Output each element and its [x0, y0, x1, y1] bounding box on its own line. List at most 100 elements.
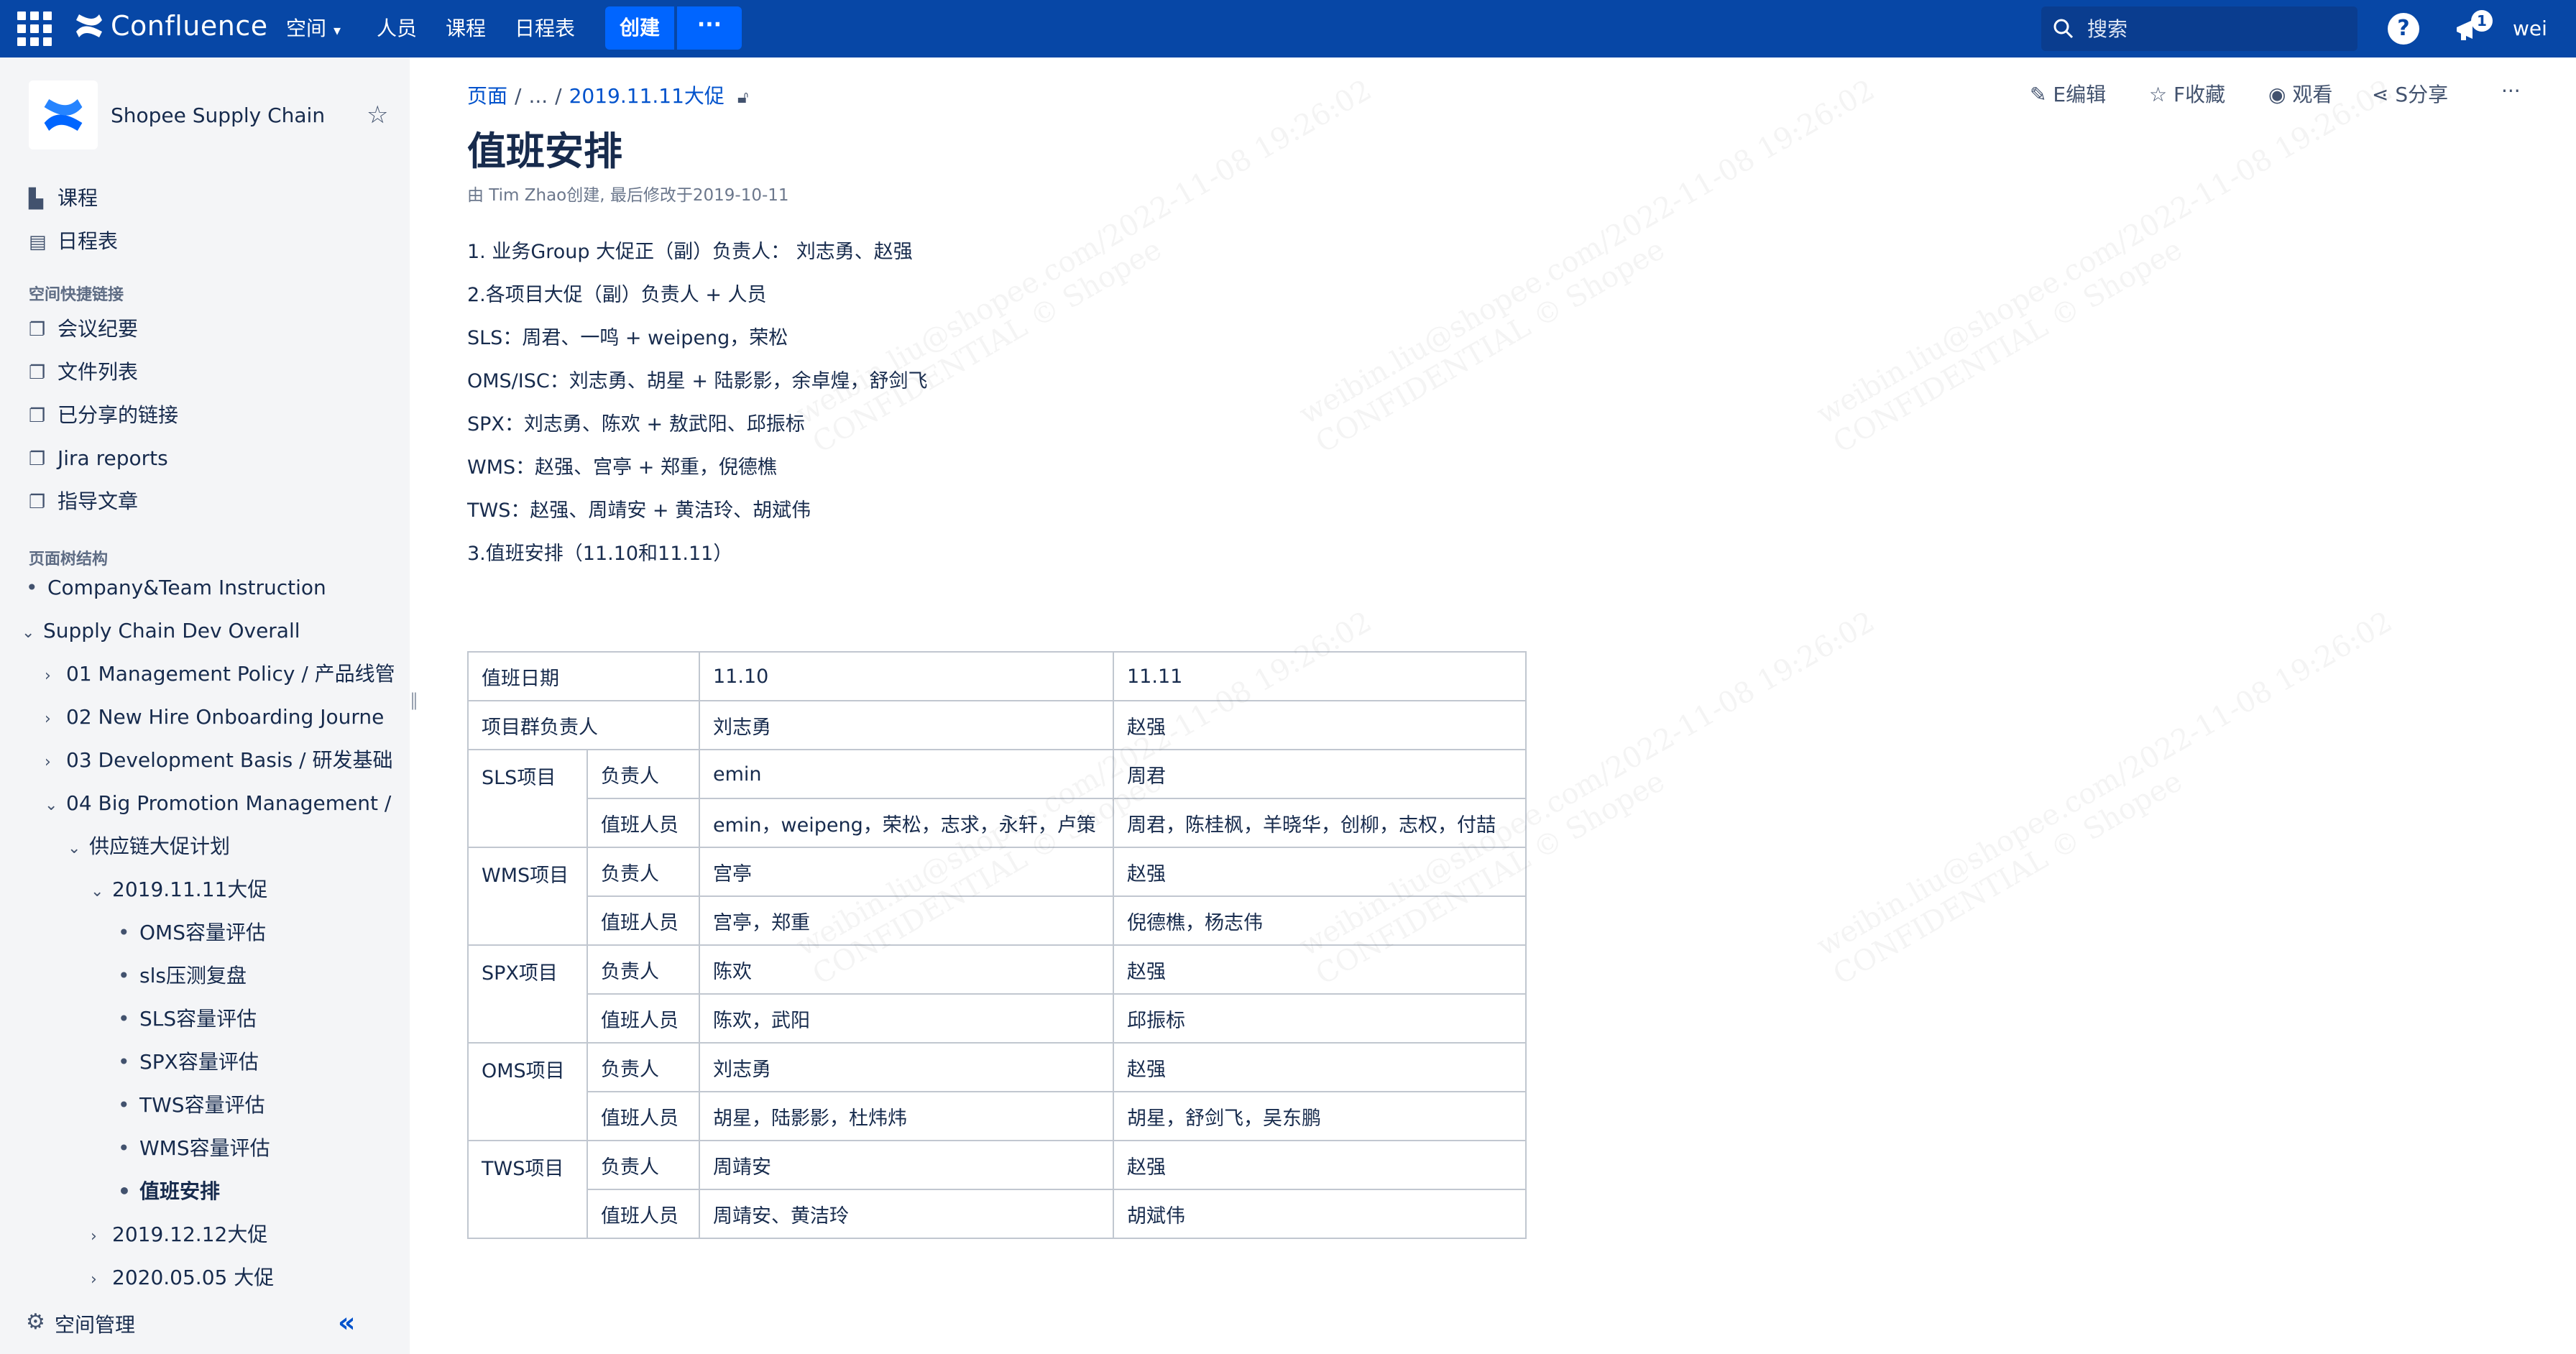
table-cell: 周靖安: [699, 1140, 1114, 1190]
save-for-later-button[interactable]: ☆ F收藏: [2149, 79, 2225, 108]
tree-item[interactable]: • SPX容量评估: [118, 1045, 259, 1079]
table-cell: 周君，陈桂枫，羊晓华，创柳，志权，付喆: [1113, 798, 1527, 848]
sidebar-item-courses[interactable]: ▙ 课程: [29, 181, 98, 216]
star-icon[interactable]: ☆: [367, 101, 388, 129]
sidebar-footer: ⚙ 空间管理 «: [0, 1294, 410, 1354]
shortcut-file-list[interactable]: ❐ 文件列表: [29, 355, 138, 390]
paragraph: 1. 业务Group 大促正（副）负责人： 刘志勇、赵强: [467, 241, 913, 263]
paragraph: OMS/ISC：刘志勇、胡星 + 陆影影，余卓煌，舒剑飞: [467, 370, 928, 392]
confluence-logo[interactable]: Confluence: [73, 10, 268, 42]
shortcut-guide-articles[interactable]: ❐ 指导文章: [29, 484, 138, 519]
notifications-button[interactable]: 1: [2451, 10, 2493, 47]
space-tools-button[interactable]: 空间管理: [55, 1309, 135, 1338]
paragraph: SPX：刘志勇、陈欢 + 敖武阳、邱振标: [467, 413, 805, 436]
chevron-right-icon[interactable]: ›: [45, 659, 66, 694]
chevron-right-icon[interactable]: ›: [45, 702, 66, 737]
bullet-icon: •: [118, 1093, 130, 1117]
table-cell: 赵强: [1113, 847, 1527, 897]
space-logo: [29, 80, 98, 149]
tree-item[interactable]: ⌄ 2019.11.11大促: [91, 872, 267, 907]
bullet-icon: •: [118, 1007, 130, 1031]
tree-item[interactable]: • Company&Team Instruction: [26, 571, 326, 605]
tree-item[interactable]: ⌄ 04 Big Promotion Management /: [45, 786, 391, 821]
chevron-down-icon[interactable]: ⌄: [45, 788, 66, 823]
tree-item-label: Supply Chain Dev Overall: [43, 619, 300, 643]
create-more-button[interactable]: ···: [677, 6, 742, 50]
table-row: 项目群负责人 刘志勇 赵强: [467, 700, 1527, 750]
tree-item[interactable]: ⌄ 供应链大促计划: [68, 829, 230, 864]
table-cell: 宫亭，郑重: [699, 895, 1114, 946]
tree-item-label: 2020.05.05 大促: [112, 1266, 275, 1289]
eye-icon: ◉: [2268, 83, 2286, 106]
table-cell: 陈欢，武阳: [699, 993, 1114, 1044]
project-name-cell: OMS项目: [467, 1042, 588, 1141]
paragraph: 3.值班安排（11.10和11.11）: [467, 543, 733, 565]
tree-item-label: 01 Management Policy / 产品线管: [66, 662, 395, 686]
search-box[interactable]: [2041, 6, 2358, 51]
tree-item[interactable]: › 03 Development Basis / 研发基础: [45, 743, 392, 778]
tree-item-current[interactable]: • 值班安排: [118, 1174, 220, 1209]
pencil-icon: ✎: [2030, 83, 2047, 106]
tree-item-label: OMS容量评估: [139, 921, 266, 944]
shortcut-meeting-notes[interactable]: ❐ 会议纪要: [29, 312, 138, 346]
tree-item[interactable]: › 2019.12.12大促: [91, 1217, 267, 1252]
tree-item[interactable]: • sls压测复盘: [118, 959, 247, 993]
create-button[interactable]: 创建: [605, 6, 674, 50]
breadcrumb: 页面 /... / 2019.11.11大促 🔓︎: [467, 80, 748, 109]
sidebar-item-calendar[interactable]: ▤ 日程表: [29, 224, 118, 259]
collapse-sidebar-icon[interactable]: «: [338, 1307, 356, 1338]
tree-item[interactable]: • TWS容量评估: [118, 1088, 265, 1123]
tree-item[interactable]: › 01 Management Policy / 产品线管: [45, 657, 395, 691]
nav-calendars[interactable]: 日程表: [515, 0, 575, 57]
tree-item[interactable]: • SLS容量评估: [118, 1002, 257, 1036]
tree-item[interactable]: › 02 New Hire Onboarding Journe: [45, 700, 384, 734]
course-icon: ▙: [29, 188, 43, 210]
share-label: S分享: [2395, 83, 2449, 106]
paragraph: WMS：赵强、宫亭 + 郑重，倪德樵: [467, 456, 777, 479]
tree-item[interactable]: • OMS容量评估: [118, 916, 266, 950]
unlock-icon[interactable]: 🔓︎: [737, 87, 749, 107]
user-menu[interactable]: wei: [2513, 0, 2547, 57]
chevron-down-icon[interactable]: ⌄: [68, 832, 89, 866]
breadcrumb-pages[interactable]: 页面: [467, 84, 507, 108]
table-cell: 胡星，陆影影，杜炜炜: [699, 1091, 1114, 1141]
table-cell: 胡斌伟: [1113, 1189, 1527, 1239]
sidebar-resize-handle[interactable]: ‖: [410, 690, 418, 711]
chevron-down-icon[interactable]: ⌄: [91, 875, 112, 909]
share-button[interactable]: ⋖ S分享: [2372, 79, 2448, 108]
chevron-right-icon[interactable]: ›: [45, 745, 66, 780]
breadcrumb-parent[interactable]: 2019.11.11大促: [569, 84, 724, 108]
tree-item-label: TWS容量评估: [139, 1093, 265, 1117]
chevron-right-icon[interactable]: ›: [91, 1220, 112, 1254]
chevron-down-icon[interactable]: ⌄: [22, 616, 43, 650]
shortcut-shared-links[interactable]: ❐ 已分享的链接: [29, 398, 178, 433]
tree-item[interactable]: ⌄ Supply Chain Dev Overall: [22, 614, 300, 648]
tree-item[interactable]: • WMS容量评估: [118, 1131, 270, 1166]
table-cell: 宫亭: [699, 847, 1114, 897]
breadcrumb-separator: /: [515, 84, 522, 108]
bullet-icon: •: [118, 1050, 130, 1074]
watch-button[interactable]: ◉ 观看: [2268, 79, 2332, 108]
page-byline: 由 Tim Zhao创建, 最后修改于2019-10-11: [467, 186, 789, 205]
table-cell: 值班人员: [586, 1091, 700, 1141]
breadcrumb-ellipsis[interactable]: ...: [528, 84, 548, 108]
chevron-right-icon[interactable]: ›: [91, 1263, 112, 1297]
nav-courses[interactable]: 课程: [446, 0, 486, 57]
tree-item[interactable]: › 2020.05.05 大促: [91, 1261, 274, 1295]
help-icon[interactable]: ?: [2388, 13, 2419, 45]
edit-button[interactable]: ✎ E编辑: [2030, 79, 2106, 108]
tree-item-label: 值班安排: [139, 1179, 221, 1203]
nav-people[interactable]: 人员: [377, 0, 417, 57]
breadcrumb-separator: /: [555, 84, 562, 108]
shortcut-jira-reports[interactable]: ❐ Jira reports: [29, 441, 168, 476]
app-switcher-icon[interactable]: [17, 11, 55, 46]
tree-item-label: 供应链大促计划: [89, 834, 231, 858]
copy-icon: ❐: [29, 492, 46, 513]
more-actions-icon[interactable]: ···: [2501, 79, 2521, 103]
search-input[interactable]: [2086, 16, 2347, 42]
paragraph: SLS：周君、一鸣 + weipeng，荣松: [467, 327, 788, 349]
paragraph: 2.各项目大促（副）负责人 + 人员: [467, 284, 767, 306]
space-header[interactable]: Shopee Supply Chain: [29, 79, 402, 151]
nav-spaces[interactable]: 空间 ▾: [286, 0, 341, 57]
tree-item-label: SLS容量评估: [139, 1007, 257, 1031]
